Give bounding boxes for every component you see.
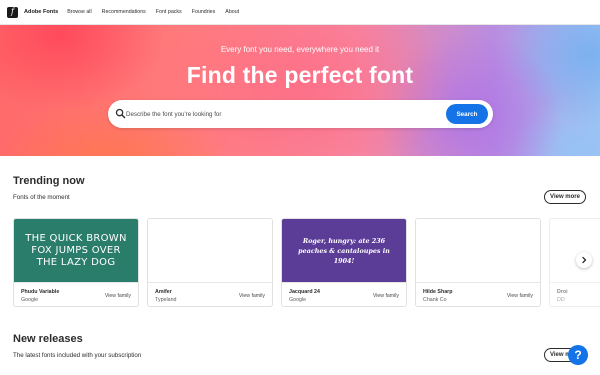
font-card[interactable]: THE QUICK BROWN FOX JUMPS OVER THE LAZY …: [13, 218, 139, 307]
carousel-next-button[interactable]: [576, 252, 592, 268]
font-preview: [416, 219, 540, 282]
font-name: Droi: [557, 289, 568, 295]
help-button[interactable]: ?: [568, 345, 588, 365]
font-name: Phudu Variable: [21, 289, 60, 295]
font-name: Hilde Sharp: [423, 289, 453, 295]
font-preview: THE QUICK BROWN FOX JUMPS OVER THE LAZY …: [14, 219, 138, 282]
page: f Adobe Fonts Browse all Recommendations…: [0, 0, 600, 375]
hero-title: Find the perfect font: [186, 62, 414, 88]
font-name: Jacquard 24: [289, 289, 320, 295]
search-icon: [115, 108, 126, 119]
new-releases-title: New releases: [13, 333, 83, 345]
font-card[interactable]: Droi DD: [549, 218, 600, 307]
nav-foundries[interactable]: Foundries: [192, 9, 216, 15]
foundry-name[interactable]: Google: [289, 297, 306, 303]
top-nav: f Adobe Fonts Browse all Recommendations…: [0, 0, 600, 25]
trending-view-more-button[interactable]: View more: [544, 190, 586, 204]
trending-subtitle: Fonts of the moment: [13, 194, 70, 201]
nav-about[interactable]: About: [225, 9, 239, 15]
brand-name[interactable]: Adobe Fonts: [24, 9, 58, 15]
card-footer: Hilde Sharp Chank Co View family: [416, 282, 540, 306]
view-family-link[interactable]: View family: [507, 293, 533, 299]
search-button[interactable]: Search: [446, 104, 488, 124]
view-family-link[interactable]: View family: [105, 293, 131, 299]
view-family-link[interactable]: View family: [239, 293, 265, 299]
font-card[interactable]: Hilde Sharp Chank Co View family: [415, 218, 541, 307]
card-footer: Jacquard 24 Google View family: [282, 282, 406, 306]
foundry-name[interactable]: Typeland: [155, 297, 177, 303]
font-card[interactable]: Amifer Typeland View family: [147, 218, 273, 307]
font-preview-text: THE QUICK BROWN FOX JUMPS OVER THE LAZY …: [25, 232, 127, 268]
font-preview: Roger, hungry: ate 236 peaches & cantalo…: [282, 219, 406, 282]
font-name: Amifer: [155, 289, 172, 295]
adobe-fonts-logo-icon[interactable]: f: [7, 6, 18, 18]
chevron-right-icon: [582, 256, 587, 264]
search-bar: Search: [108, 100, 493, 128]
nav-font-packs[interactable]: Font packs: [156, 9, 182, 15]
font-preview-text: Roger, hungry: ate 236 peaches & cantalo…: [298, 236, 390, 265]
foundry-name[interactable]: Chank Co: [423, 297, 447, 303]
nav-browse-all[interactable]: Browse all: [67, 9, 91, 15]
font-card[interactable]: Roger, hungry: ate 236 peaches & cantalo…: [281, 218, 407, 307]
card-footer: Amifer Typeland View family: [148, 282, 272, 306]
hero-banner: Every font you need, everywhere you need…: [0, 25, 600, 156]
hero-subtitle: Every font you need, everywhere you need…: [220, 45, 380, 54]
trending-title: Trending now: [13, 175, 85, 187]
nav-recommendations[interactable]: Recommendations: [102, 9, 146, 15]
foundry-name[interactable]: Google: [21, 297, 38, 303]
view-family-link[interactable]: View family: [373, 293, 399, 299]
search-input[interactable]: [126, 106, 446, 122]
card-footer: Phudu Variable Google View family: [14, 282, 138, 306]
card-footer: Droi DD: [550, 282, 600, 306]
new-releases-subtitle: The latest fonts included with your subs…: [13, 352, 142, 359]
font-preview: [148, 219, 272, 282]
font-preview: [550, 219, 600, 282]
foundry-name[interactable]: DD: [557, 297, 565, 303]
